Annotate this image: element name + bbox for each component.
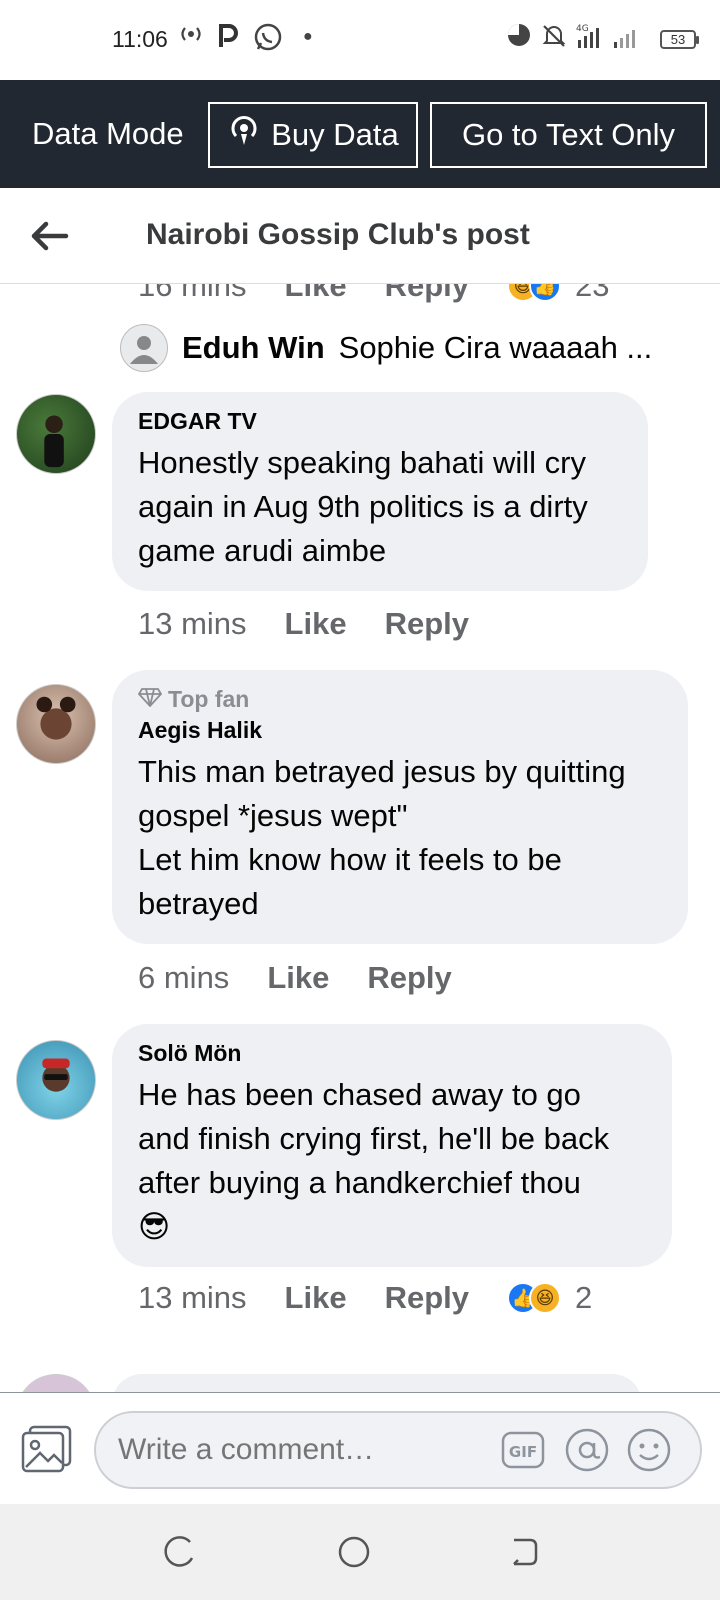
buy-data-button[interactable]: Buy Data [208, 102, 418, 168]
comment-line: He has been chased away to go [138, 1077, 581, 1112]
back-arrow-icon [26, 221, 74, 264]
badge-label: Top fan [168, 686, 250, 712]
comment-line: after buying a handkerchief thou [138, 1165, 581, 1200]
reactions[interactable]: 👍 😆 [507, 1282, 561, 1314]
comment-line: game arudi aimbe [138, 533, 387, 568]
comment-bubble[interactable] [112, 1374, 642, 1392]
comment-line: gospel *jesus wept" [138, 798, 408, 833]
comment-line: betrayed [138, 886, 259, 921]
status-time: 11:06 [112, 26, 168, 52]
reply-button[interactable]: Reply [385, 1280, 469, 1316]
comment-text: This man betrayed jesus by quitting gosp… [138, 750, 662, 926]
photo-icon [20, 1425, 74, 1479]
comment-time: 16 mins [138, 284, 247, 303]
bell-muted-icon [540, 22, 568, 58]
like-reaction-icon: 👍 [529, 284, 561, 302]
comment-line: Honestly speaking bahati will cry [138, 445, 586, 480]
compose-bar: GIF [0, 1392, 720, 1504]
reply-author-name[interactable]: Eduh Win [182, 330, 325, 366]
diamond-icon [137, 686, 163, 713]
data-mode-label: Data Mode [32, 116, 184, 151]
reactions[interactable]: 😆 👍 [507, 284, 561, 302]
comment-text: Honestly speaking bahati will cry again … [138, 441, 622, 573]
comment-time: 6 mins [138, 960, 230, 995]
recents-button[interactable] [156, 1528, 204, 1576]
comment-meta-row: 13 mins Like Reply [138, 606, 507, 642]
reaction-count: 2 [575, 1280, 593, 1315]
comment-bubble[interactable]: EDGAR TV Honestly speaking bahati will c… [112, 392, 648, 591]
comment-author[interactable]: Aegis Halik [138, 717, 662, 744]
avatar[interactable] [16, 684, 96, 764]
reply-button[interactable]: Reply [385, 606, 469, 642]
emoji-button[interactable] [626, 1427, 672, 1473]
reaction-count: 23 [575, 284, 610, 303]
post-header: Nairobi Gossip Club's post [0, 188, 720, 284]
reply-button[interactable]: Reply [367, 960, 451, 996]
signal-4g-icon: 4G [576, 22, 606, 58]
notification-dot-icon: ● [303, 28, 313, 45]
podcast-icon [227, 114, 261, 156]
comment-bubble[interactable]: Top fan Aegis Halik This man betrayed je… [112, 670, 688, 944]
comments-feed[interactable]: 16 mins Like Reply 😆 👍 23 Eduh Win Sophi… [0, 284, 720, 1392]
reply-snippet: Sophie Cira waaaah ... [338, 330, 653, 365]
comment-author[interactable]: EDGAR TV [138, 408, 622, 435]
comment-meta-row: 13 mins Like Reply 👍 😆 2 [138, 1280, 592, 1316]
android-nav-bar [0, 1504, 720, 1600]
photo-button[interactable] [20, 1423, 74, 1475]
p-app-icon [216, 22, 240, 58]
back-button[interactable] [26, 212, 74, 260]
back-nav-button[interactable] [500, 1528, 548, 1576]
battery-indicator: 53 [660, 30, 699, 49]
like-button[interactable]: Like [285, 1280, 347, 1316]
comment-meta-row: 16 mins Like Reply 😆 👍 23 [138, 284, 609, 304]
avatar[interactable] [120, 324, 168, 372]
comment-input[interactable] [94, 1411, 702, 1489]
home-button[interactable] [330, 1528, 378, 1576]
avatar[interactable] [16, 1040, 96, 1120]
comment-line: and finish crying first, he'll be back [138, 1121, 610, 1156]
comment-text: He has been chased away to go and finish… [138, 1073, 646, 1249]
haha-reaction-icon: 😆 [529, 1282, 561, 1314]
svg-text:4G: 4G [576, 24, 589, 34]
reply-preview[interactable]: Eduh Win Sophie Cira waaaah ... [120, 324, 652, 372]
like-button[interactable]: Like [267, 960, 329, 996]
signal-icon [612, 22, 642, 58]
comment-line: Let him know how it feels to be [138, 842, 562, 877]
gif-label: GIF [509, 1443, 537, 1461]
status-bar: 11:06 ● 4G 53 [0, 0, 720, 80]
mention-button[interactable] [564, 1427, 610, 1473]
top-fan-badge: Top fan [137, 686, 662, 713]
page-title: Nairobi Gossip Club's post [146, 218, 530, 251]
comment-line: 😎 [138, 1209, 171, 1244]
gif-button[interactable]: GIF [500, 1427, 546, 1473]
data-saver-icon [506, 22, 532, 56]
comment-time: 13 mins [138, 606, 247, 641]
comment-line: This man betrayed jesus by quitting [138, 754, 626, 789]
comment-author[interactable]: Solö Mön [138, 1040, 646, 1067]
whatsapp-icon [252, 22, 284, 62]
data-mode-bar: Data Mode Buy Data Go to Text Only [0, 80, 720, 188]
like-button[interactable]: Like [285, 284, 347, 304]
reply-button[interactable]: Reply [385, 284, 469, 304]
comment-time: 13 mins [138, 1280, 247, 1315]
text-only-button[interactable]: Go to Text Only [430, 102, 707, 168]
comment-bubble[interactable]: Solö Mön He has been chased away to go a… [112, 1024, 672, 1267]
hotspot-icon [176, 22, 206, 54]
avatar[interactable] [16, 394, 96, 474]
comment-line: again in Aug 9th politics is a dirty [138, 489, 588, 524]
buy-data-label: Buy Data [271, 117, 399, 152]
like-button[interactable]: Like [285, 606, 347, 642]
comment-meta-row: 6 mins Like Reply [138, 960, 490, 996]
avatar[interactable] [16, 1374, 96, 1392]
